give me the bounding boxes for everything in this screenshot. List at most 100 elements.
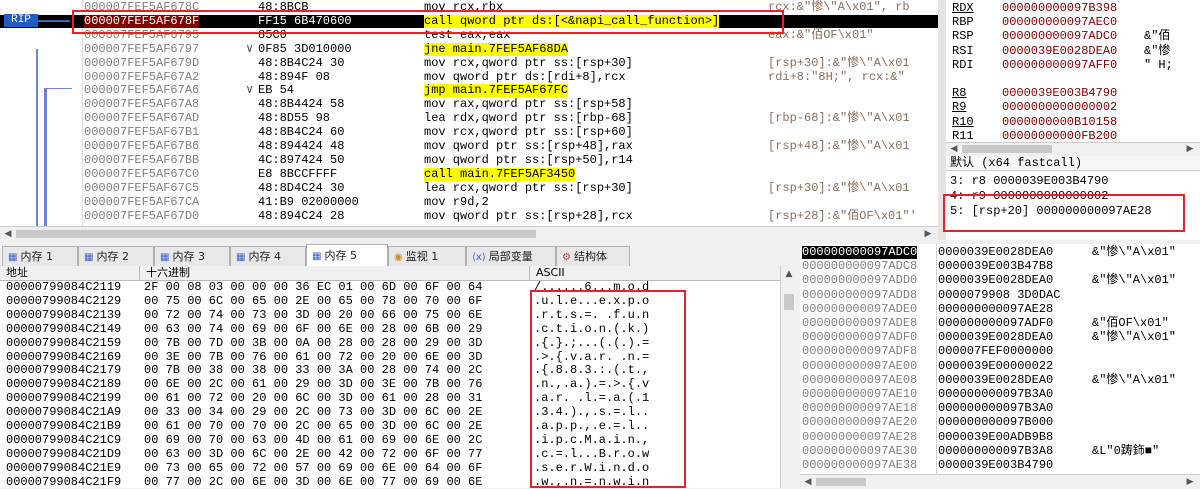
stack-row[interactable]: 000000000097ADF8 000007FEF0000000 bbox=[800, 345, 1200, 358]
register-value[interactable]: 0000039E003B4790 bbox=[1002, 86, 1117, 100]
stack-row[interactable]: 000000000097AE28 0000039E00ADB9B8 bbox=[800, 430, 1200, 444]
stack-row[interactable]: 000000000097AE10 000000000097B3A0 bbox=[800, 388, 1200, 401]
register-value[interactable]: 0000000000B10158 bbox=[1002, 115, 1117, 129]
tab-4[interactable]: ▦ 内存 4 bbox=[230, 246, 306, 266]
disasm-row[interactable]: 000007FEF5AF67B1 48:8B4C24 60 mov rcx,qwor… bbox=[0, 126, 938, 139]
register-row[interactable]: R8 0000039E003B4790 bbox=[946, 86, 1200, 100]
stack-row[interactable]: 000000000097ADD0 0000039E0028DEA0 &"惨\"A\x… bbox=[800, 274, 1200, 287]
disassembly-view[interactable]: 000007FEF5AF678C 48:8BCB mov rcx,rbx rcx:&"… bbox=[0, 0, 938, 240]
register-row[interactable]: R9 0000000000000002 bbox=[946, 100, 1200, 114]
scroll-left-icon[interactable]: ◀ bbox=[802, 476, 814, 488]
disasm-row-current[interactable]: 000007FEF5AF678F FF15 6B470600 call qword … bbox=[0, 14, 938, 28]
dump-row[interactable]: 00000799084C2129 00 75 00 6C 00 65 00 2E … bbox=[0, 294, 780, 308]
stack-row[interactable]: 000000000097AE38 0000039E003B4790 bbox=[800, 459, 1200, 472]
scroll-thumb[interactable] bbox=[816, 478, 866, 486]
argument-row[interactable]: 4: r9 0000000000000002 bbox=[950, 189, 1108, 203]
column-header-ascii[interactable]: ASCII bbox=[530, 266, 780, 280]
register-row[interactable]: RSI 0000039E0028DEA0 &"惨 bbox=[946, 44, 1200, 58]
stack-row-current[interactable]: 000000000097ADC0 0000039E0028DEA0 &"惨\"A\x… bbox=[800, 246, 1200, 259]
stack-hscrollbar[interactable]: ◀ ▶ bbox=[800, 474, 1200, 489]
tab-3[interactable]: ▦ 内存 3 bbox=[154, 246, 230, 266]
dump-row[interactable]: 00000799084C2149 00 63 00 74 00 69 00 6F … bbox=[0, 322, 780, 336]
memory-dump-view[interactable]: 地址 十六进制 ASCII 00000799084C2119 2F 00 08 0… bbox=[0, 266, 796, 488]
register-row[interactable]: RSP 000000000097ADC0 &"佰 bbox=[946, 29, 1200, 43]
stack-row[interactable]: 000000000097AE00 0000039E00000022 bbox=[800, 359, 1200, 373]
dump-row[interactable]: 00000799084C21F9 00 77 00 2C 00 6E 00 3D … bbox=[0, 475, 780, 488]
register-value[interactable]: 000000000097AEC0 bbox=[1002, 15, 1117, 29]
register-row[interactable]: RDX 000000000097B398 bbox=[946, 1, 1200, 15]
tab-7[interactable]: ⟨x⟩ 局部变量 bbox=[466, 246, 556, 266]
stack-row[interactable]: 000000000097AE08 0000039E0028DEA0 &"惨\"A\x… bbox=[800, 373, 1200, 387]
dump-vscrollbar[interactable]: ▲ bbox=[780, 266, 797, 488]
register-value[interactable]: 000000000097ADC0 bbox=[1002, 29, 1117, 43]
disasm-row[interactable]: 000007FEF5AF678C 48:8BCB mov rcx,rbx rcx:&"… bbox=[0, 1, 938, 14]
disasm-row[interactable]: 000007FEF5AF67A2 48:894F 08 mov qword ptr … bbox=[0, 70, 938, 84]
column-header-address[interactable]: 地址 bbox=[0, 266, 140, 280]
dump-row[interactable]: 00000799084C21A9 00 33 00 34 00 29 00 2C … bbox=[0, 406, 780, 419]
disassembly-hscrollbar[interactable]: ◀ ▶ bbox=[0, 226, 938, 241]
dump-row[interactable]: 00000799084C2189 00 6E 00 2C 00 61 00 29 … bbox=[0, 378, 780, 391]
stack-row[interactable]: 000000000097ADD8 0000079908 3D0DAC bbox=[800, 288, 1200, 302]
scroll-thumb[interactable] bbox=[962, 145, 1052, 153]
disasm-row[interactable]: 000007FEF5AF6797 ∨ 0F85 3D010000 jne main.7… bbox=[0, 42, 938, 56]
scroll-right-icon[interactable]: ▶ bbox=[1184, 143, 1196, 155]
registers-hscrollbar[interactable]: ◀ ▶ bbox=[946, 142, 1200, 155]
register-row[interactable]: R10 0000000000B10158 bbox=[946, 115, 1200, 129]
register-value[interactable]: 0000039E0028DEA0 bbox=[1002, 44, 1117, 58]
stack-row[interactable]: 000000000097ADE8 000000000097ADF0 &"佰OF\x0… bbox=[800, 317, 1200, 330]
register-value[interactable]: 00000000000FB200 bbox=[1002, 129, 1117, 143]
register-row[interactable]: R11 00000000000FB200 bbox=[946, 129, 1200, 143]
scroll-left-icon[interactable]: ◀ bbox=[948, 143, 960, 155]
column-header-hex[interactable]: 十六进制 bbox=[140, 266, 530, 280]
disasm-row[interactable]: 000007FEF5AF6795 85C0 test eax,eax eax:&"佰O… bbox=[0, 28, 938, 42]
pane-splitter[interactable] bbox=[938, 0, 946, 240]
stack-row[interactable]: 000000000097ADF0 0000039E0028DEA0 &"惨\"A\x… bbox=[800, 331, 1200, 344]
register-row[interactable]: RDI 000000000097AFF0 " H; bbox=[946, 58, 1200, 72]
dump-row[interactable]: 00000799084C21E9 00 73 00 65 00 72 00 57 … bbox=[0, 461, 780, 475]
dump-row[interactable]: 00000799084C2169 00 3E 00 7B 00 76 00 61 … bbox=[0, 350, 780, 364]
tab-5[interactable]: ▦ 内存 5 bbox=[306, 244, 388, 267]
disasm-row[interactable]: 000007FEF5AF67C5 48:8D4C24 30 lea rcx,qwor… bbox=[0, 181, 938, 195]
scroll-right-icon[interactable]: ▶ bbox=[1184, 476, 1196, 488]
scroll-thumb[interactable] bbox=[16, 230, 536, 238]
disasm-row[interactable]: 000007FEF5AF67BB 4C:897424 50 mov qword pt… bbox=[0, 153, 938, 167]
argument-row[interactable]: 3: r8 0000039E003B4790 bbox=[950, 174, 1108, 188]
disasm-row[interactable]: 000007FEF5AF67AD 48:8D55 98 lea rdx,qword … bbox=[0, 112, 938, 125]
tab-6[interactable]: ◉ 监视 1 bbox=[388, 246, 466, 266]
disasm-row[interactable]: 000007FEF5AF67CA 41:B9 02000000 mov r9d,2 bbox=[0, 195, 938, 209]
register-row[interactable]: RBP 000000000097AEC0 bbox=[946, 15, 1200, 29]
dump-row[interactable]: 00000799084C2139 00 72 00 74 00 73 00 3D … bbox=[0, 308, 780, 322]
stack-row[interactable]: 000000000097AE18 000000000097B3A0 bbox=[800, 402, 1200, 415]
dump-row[interactable]: 00000799084C21B9 00 61 00 70 00 70 00 2C … bbox=[0, 420, 780, 433]
tab-1[interactable]: ▦ 内存 1 bbox=[2, 246, 78, 266]
calling-convention-header[interactable]: 默认 (x64 fastcall) bbox=[946, 156, 1200, 171]
tab-8[interactable]: ⚙ 结构体 bbox=[556, 246, 630, 266]
scroll-thumb[interactable] bbox=[784, 294, 794, 310]
dump-row[interactable]: 00000799084C2179 00 7B 00 38 00 38 00 33 … bbox=[0, 364, 780, 377]
disasm-row[interactable]: 000007FEF5AF679D 48:8B4C24 30 mov rcx,qwor… bbox=[0, 56, 938, 70]
dump-row[interactable]: 00000799084C21D9 00 63 00 3D 00 6C 00 2E … bbox=[0, 447, 780, 461]
register-row[interactable] bbox=[946, 72, 1200, 86]
stack-view[interactable]: 000000000097ADC0 0000039E0028DEA0 &"惨\"A\x… bbox=[800, 244, 1200, 488]
scroll-up-icon[interactable]: ▲ bbox=[783, 268, 795, 280]
disasm-row[interactable]: 000007FEF5AF67D0 48:894C24 28 mov qword pt… bbox=[0, 209, 938, 223]
argument-row[interactable]: 5: [rsp+20] 000000000097AE28 bbox=[950, 204, 1152, 218]
stack-row[interactable]: 000000000097AE20 000000000097B000 bbox=[800, 416, 1200, 429]
disasm-row[interactable]: 000007FEF5AF67A8 48:8B4424 58 mov rax,qwor… bbox=[0, 98, 938, 111]
disasm-row[interactable]: 000007FEF5AF67C0 E8 8BCCFFFF call main.7FE… bbox=[0, 167, 938, 181]
stack-row[interactable]: 000000000097ADE0 000000000097AE28 bbox=[800, 302, 1200, 316]
register-value[interactable]: 000000000097B398 bbox=[1002, 1, 1117, 15]
register-value[interactable]: 0000000000000002 bbox=[1002, 100, 1117, 114]
registers-view[interactable]: RDX 000000000097B398 RBP 000000000097AEC0 RS… bbox=[946, 0, 1200, 146]
call-arguments-view[interactable]: 默认 (x64 fastcall) 3: r8 0000039E003B4790… bbox=[946, 156, 1200, 240]
dump-row[interactable]: 00000799084C2119 2F 00 08 03 00 00 00 36 … bbox=[0, 281, 780, 294]
dump-row[interactable]: 00000799084C2199 00 61 00 72 00 20 00 6C … bbox=[0, 392, 780, 405]
register-value[interactable]: 000000000097AFF0 bbox=[1002, 58, 1117, 72]
dump-row[interactable]: 00000799084C21C9 00 69 00 70 00 63 00 4D … bbox=[0, 433, 780, 447]
scroll-left-icon[interactable]: ◀ bbox=[2, 228, 14, 240]
stack-row[interactable]: 000000000097ADC8 0000039E003B47B8 bbox=[800, 260, 1200, 273]
tab-2[interactable]: ▦ 内存 2 bbox=[78, 246, 154, 266]
disasm-row[interactable]: 000007FEF5AF67A6 ∨ EB 54 jmp main.7FEF5AF67… bbox=[0, 84, 938, 98]
dump-row[interactable]: 00000799084C2159 00 7B 00 7D 00 3B 00 0A … bbox=[0, 336, 780, 350]
stack-row[interactable]: 000000000097AE30 000000000097B3A8 &L"0踌鉓■" bbox=[800, 444, 1200, 458]
